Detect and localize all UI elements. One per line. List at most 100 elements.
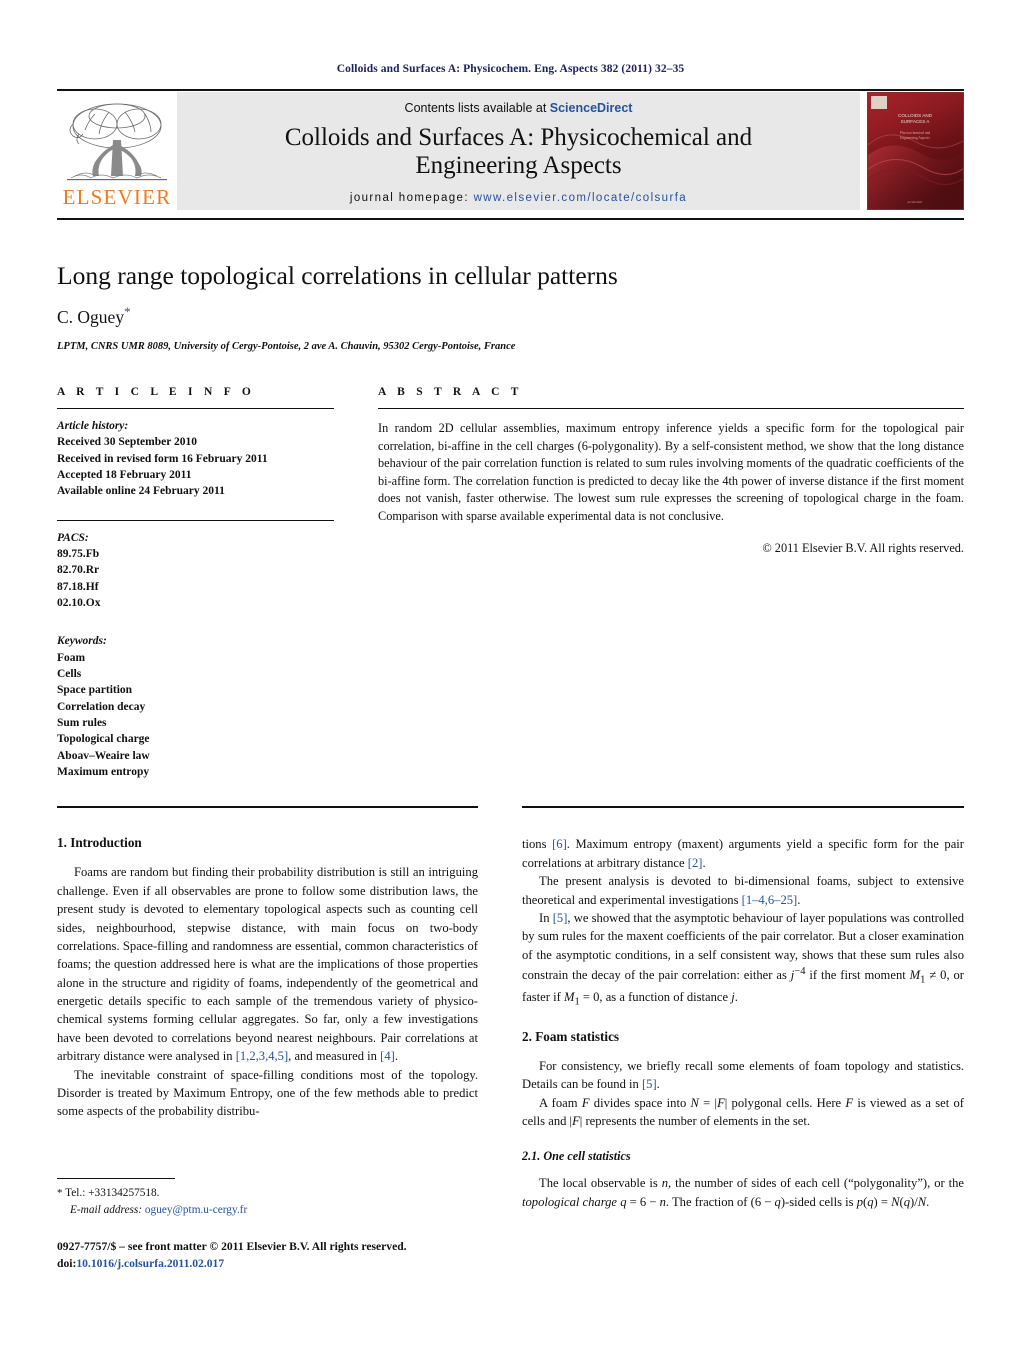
paragraph-intro-2-cont: tions [6]. Maximum entropy (maxent) argu… bbox=[522, 835, 964, 872]
doi-label: doi: bbox=[57, 1257, 77, 1271]
keyword-3: Correlation decay bbox=[57, 700, 146, 713]
imprint-front-matter: 0927-7757/$ – see front matter © 2011 El… bbox=[57, 1240, 407, 1254]
svg-text:Engineering Aspects: Engineering Aspects bbox=[900, 136, 930, 140]
footnote-email-line: E-mail address: oguey@ptm.u-cergy.fr bbox=[57, 1202, 478, 1218]
body-gap bbox=[478, 835, 522, 1211]
footnote-telephone: Tel.: +33134257518. bbox=[65, 1187, 160, 1199]
citation-ref-range[interactable]: [1–4,6–25] bbox=[742, 893, 798, 907]
para-text: . Maximum entropy (maxent) arguments yie… bbox=[522, 837, 964, 870]
para-text: . The fraction of (6 − bbox=[665, 1194, 775, 1209]
citation-ref-5b[interactable]: [5] bbox=[642, 1077, 657, 1091]
keywords-group: Keywords: Foam Cells Space partition Cor… bbox=[57, 633, 334, 780]
body-column-right: tions [6]. Maximum entropy (maxent) argu… bbox=[522, 835, 964, 1211]
pacs-item-0: 89.75.Fb bbox=[57, 548, 100, 561]
math-M-2: M bbox=[563, 990, 575, 1005]
abstract-column: A B S T R A C T In random 2D cellular as… bbox=[378, 386, 964, 780]
keyword-2: Space partition bbox=[57, 684, 133, 697]
para-text: | represents the number of elements in t… bbox=[579, 1114, 810, 1128]
affiliation: LPTM, CNRS UMR 8089, University of Cergy… bbox=[57, 341, 516, 353]
svg-text:Physicochemical and: Physicochemical and bbox=[900, 131, 931, 135]
journal-band: Contents lists available at ScienceDirec… bbox=[177, 92, 860, 210]
contents-available-line: Contents lists available at ScienceDirec… bbox=[405, 101, 633, 115]
article-info-heading: A R T I C L E I N F O bbox=[57, 386, 256, 399]
masthead-top-rule bbox=[57, 89, 964, 91]
paragraph-foam-1: For consistency, we briefly recall some … bbox=[522, 1057, 964, 1094]
journal-masthead: ELSEVIER Contents lists available at Sci… bbox=[57, 92, 964, 210]
keyword-5: Topological charge bbox=[57, 733, 150, 746]
keywords-label: Keywords: bbox=[57, 635, 107, 648]
journal-cover-thumbnail: COLLOIDS AND SURFACES A Physicochemical … bbox=[867, 92, 964, 210]
running-head: Colloids and Surfaces A: Physicochem. En… bbox=[336, 63, 685, 75]
math-script-F-3: F bbox=[845, 1095, 854, 1110]
body-top-rules bbox=[57, 806, 964, 809]
article-info-rule bbox=[57, 408, 334, 410]
math-N-3: N bbox=[917, 1194, 927, 1209]
para-text: A foam bbox=[539, 1095, 582, 1110]
journal-title: Colloids and Surfaces A: Physicochemical… bbox=[284, 124, 753, 179]
para-text: = | bbox=[698, 1095, 718, 1110]
keyword-6: Aboav–Weaire law bbox=[57, 749, 150, 762]
article-history-group: Article history: Received 30 September 2… bbox=[57, 418, 334, 500]
term-topological-charge: topological charge bbox=[522, 1194, 618, 1209]
para-text: = 6 − bbox=[626, 1194, 660, 1209]
para-text: divides space into bbox=[589, 1095, 691, 1110]
para-text: Foams are random but finding their proba… bbox=[57, 865, 478, 1064]
paragraph-intro-2: The inevitable constraint of space-filli… bbox=[57, 1067, 478, 1119]
pacs-item-2: 87.18.Hf bbox=[57, 580, 99, 593]
citation-ref-6[interactable]: [6] bbox=[552, 837, 567, 851]
corresponding-author-marker: * bbox=[124, 304, 131, 320]
doi-link[interactable]: 10.1016/j.colsurfa.2011.02.017 bbox=[76, 1257, 224, 1270]
history-revised: Received in revised form 16 February 201… bbox=[57, 452, 268, 465]
title-block: Long range topological correlations in c… bbox=[57, 220, 964, 352]
elsevier-wordmark: ELSEVIER bbox=[62, 185, 172, 209]
info-abstract-region: A R T I C L E I N F O Article history: R… bbox=[57, 386, 964, 780]
elsevier-logo: ELSEVIER bbox=[57, 92, 177, 210]
pacs-item-1: 82.70.Rr bbox=[57, 564, 100, 577]
author-name: C. Oguey bbox=[57, 307, 125, 328]
footnote-marker: * bbox=[57, 1187, 63, 1199]
article-info-column: A R T I C L E I N F O Article history: R… bbox=[57, 386, 334, 780]
body-rule-left bbox=[57, 806, 478, 809]
journal-homepage-line: journal homepage: www.elsevier.com/locat… bbox=[350, 192, 687, 204]
para-text: if the first moment bbox=[805, 968, 910, 983]
math-script-F: F bbox=[581, 1095, 590, 1110]
keyword-7: Maximum entropy bbox=[57, 766, 150, 779]
homepage-url-link[interactable]: www.elsevier.com/locate/colsurfa bbox=[474, 192, 688, 204]
footnote-email-link[interactable]: oguey@ptm.u-cergy.fr bbox=[145, 1204, 247, 1216]
imprint-block: 0927-7757/$ – see front matter © 2011 El… bbox=[57, 1239, 478, 1273]
para-text: . bbox=[797, 892, 801, 907]
abstract-copyright: © 2011 Elsevier B.V. All rights reserved… bbox=[762, 540, 964, 555]
para-text: . bbox=[394, 1049, 398, 1064]
article-page: Colloids and Surfaces A: Physicochem. En… bbox=[0, 0, 1021, 1351]
para-text: , and measured in bbox=[288, 1049, 381, 1064]
sciencedirect-link[interactable]: ScienceDirect bbox=[550, 101, 633, 115]
history-received: Received 30 September 2010 bbox=[57, 436, 197, 449]
para-text: tions bbox=[522, 837, 553, 852]
para-text: | polygonal cells. Here bbox=[724, 1095, 846, 1110]
para-text: The local observable is bbox=[539, 1176, 662, 1191]
footnote-block: * Tel.: +33134257518. E-mail address: og… bbox=[57, 1178, 478, 1273]
article-history-label: Article history: bbox=[57, 420, 129, 433]
paragraph-intro-3: The present analysis is devoted to bi-di… bbox=[522, 872, 964, 909]
para-text: )/ bbox=[910, 1194, 918, 1209]
footnote-text: * Tel.: +33134257518. E-mail address: og… bbox=[57, 1185, 478, 1218]
keyword-1: Cells bbox=[57, 668, 82, 681]
pacs-label: PACS: bbox=[57, 531, 89, 544]
body-columns: 1. Introduction Foams are random but fin… bbox=[57, 835, 964, 1211]
body-rule-right bbox=[522, 806, 964, 809]
paragraph-one-cell: The local observable is n, the number of… bbox=[522, 1174, 964, 1211]
para-text: . bbox=[926, 1194, 930, 1209]
citation-ref-1[interactable]: [1,2,3,4,5] bbox=[236, 1049, 288, 1063]
para-text: . bbox=[702, 855, 706, 870]
keyword-0: Foam bbox=[57, 651, 86, 664]
citation-ref-5[interactable]: [5] bbox=[553, 911, 568, 925]
citation-ref-2[interactable]: [2] bbox=[688, 856, 703, 870]
page-title: Long range topological correlations in c… bbox=[57, 261, 618, 290]
history-online: Available online 24 February 2011 bbox=[57, 485, 225, 498]
author-list: C. Oguey* bbox=[57, 304, 964, 328]
math-script-F-4: F bbox=[572, 1114, 580, 1128]
citation-ref-4[interactable]: [4] bbox=[380, 1049, 395, 1063]
para-text: ) = bbox=[873, 1194, 892, 1209]
journal-cover-art: COLLOIDS AND SURFACES A Physicochemical … bbox=[868, 93, 963, 209]
math-N-2: N bbox=[891, 1194, 900, 1209]
